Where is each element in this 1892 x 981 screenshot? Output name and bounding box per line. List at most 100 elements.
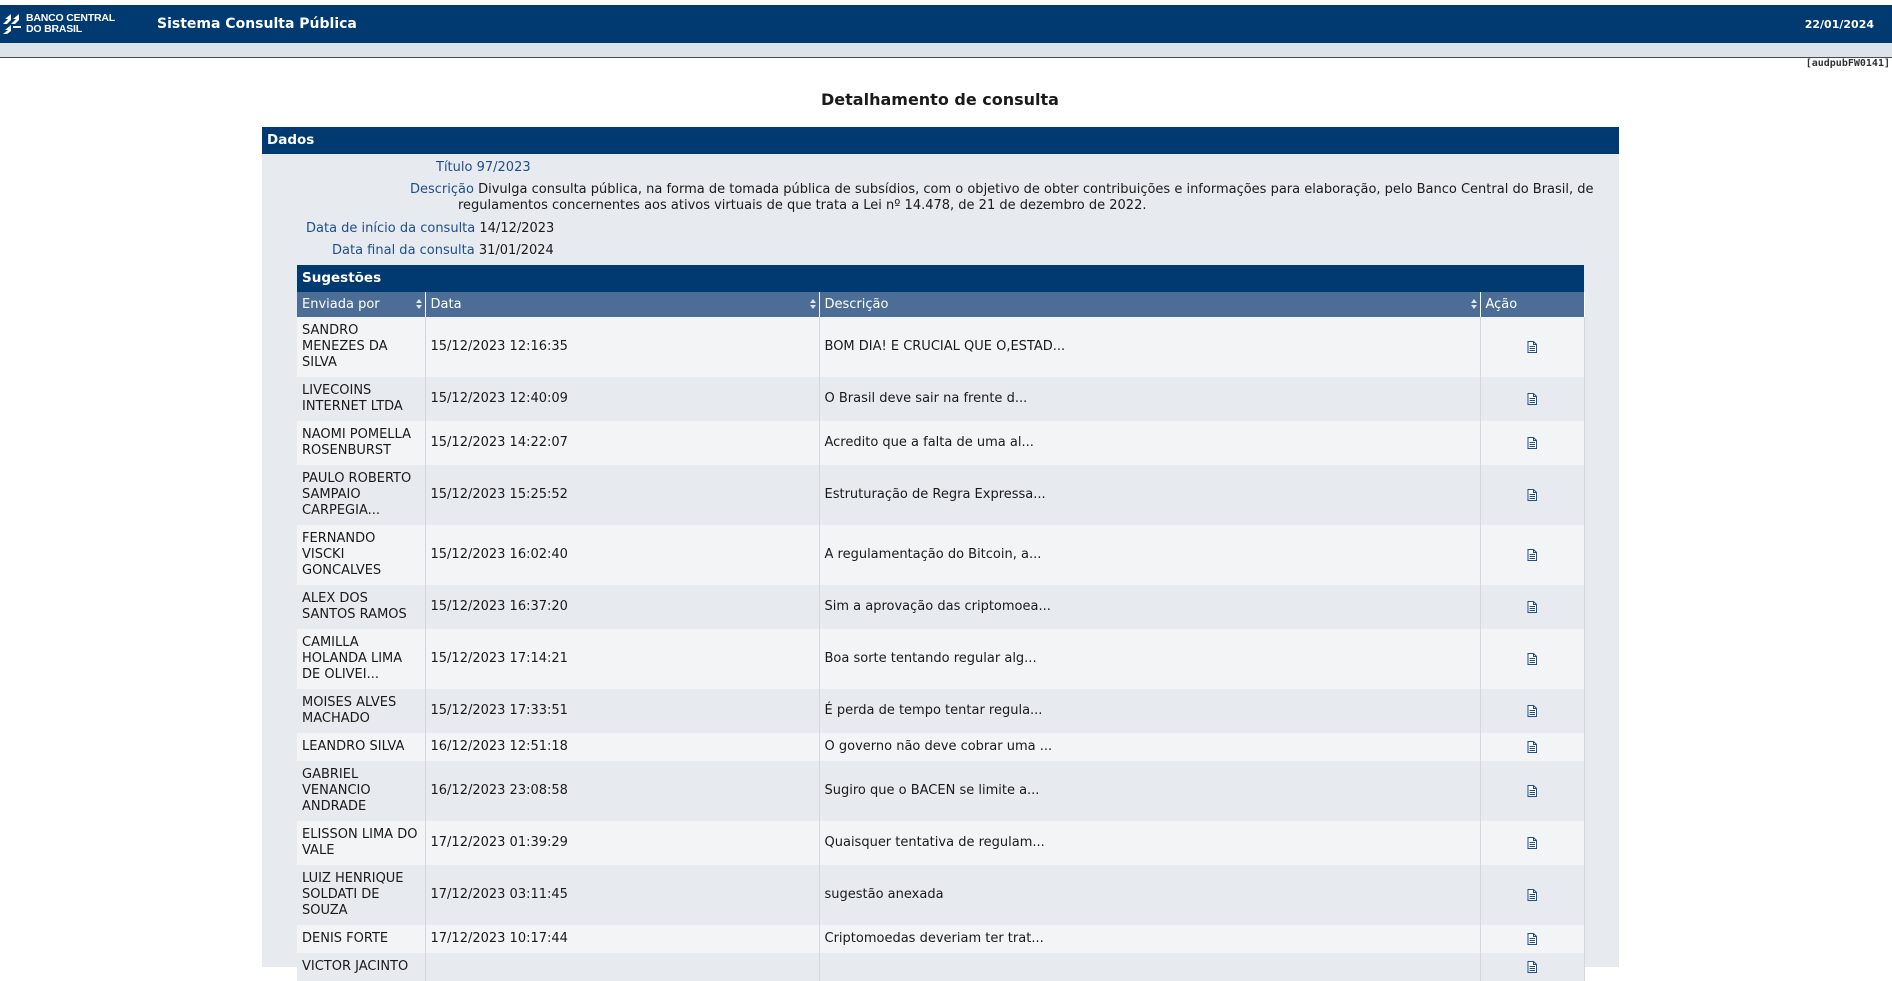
- cell-enviada-por: ELISSON LIMA DO VALE: [297, 821, 426, 865]
- sugestoes-table-body: SANDRO MENEZES DA SILVA 15/12/2023 12:16…: [297, 317, 1585, 981]
- page-code: [audpubFW0141]: [1805, 58, 1890, 69]
- document-icon[interactable]: [1527, 836, 1537, 849]
- cell-descricao: O governo não deve cobrar uma ...: [819, 733, 1481, 761]
- titulo-value: 97/2023: [476, 160, 531, 175]
- sort-icon[interactable]: [1470, 299, 1477, 310]
- cell-data: 15/12/2023 17:14:21: [425, 629, 820, 689]
- sugestoes-heading: Sugestões: [297, 265, 1584, 292]
- table-row: ALEX DOS SANTOS RAMOS 15/12/2023 16:37:2…: [297, 585, 1585, 629]
- inicio-label: Data de início da consulta: [306, 221, 476, 236]
- inicio-value: 14/12/2023: [479, 221, 555, 236]
- cell-enviada-por: GABRIEL VENANCIO ANDRADE: [297, 761, 426, 821]
- cell-descricao: BOM DIA! E CRUCIAL QUE O,ESTAD...: [819, 317, 1481, 377]
- bcb-logo-icon: [3, 14, 21, 34]
- cell-descricao: Quaisquer tentativa de regulam...: [819, 821, 1481, 865]
- cell-acao: [1480, 821, 1585, 865]
- cell-data: 17/12/2023 01:39:29: [425, 821, 820, 865]
- document-icon[interactable]: [1527, 960, 1537, 973]
- cell-enviada-por: LEANDRO SILVA: [297, 733, 426, 761]
- cell-data: 15/12/2023 15:25:52: [425, 465, 820, 525]
- system-title: Sistema Consulta Pública: [157, 16, 357, 32]
- document-icon[interactable]: [1527, 784, 1537, 797]
- cell-acao: [1480, 421, 1585, 465]
- cell-enviada-por: DENIS FORTE: [297, 925, 426, 953]
- cell-acao: [1480, 761, 1585, 821]
- document-icon[interactable]: [1527, 740, 1537, 753]
- column-header-data[interactable]: Data: [425, 292, 820, 317]
- column-label: Descrição: [824, 297, 889, 312]
- cell-data: 15/12/2023 16:02:40: [425, 525, 820, 585]
- table-row: DENIS FORTE 17/12/2023 10:17:44 Criptomo…: [297, 925, 1585, 953]
- cell-descricao: Sugiro que o BACEN se limite a...: [819, 761, 1481, 821]
- document-icon[interactable]: [1527, 436, 1537, 449]
- cell-descricao: A regulamentação do Bitcoin, a...: [819, 525, 1481, 585]
- document-icon[interactable]: [1527, 548, 1537, 561]
- document-icon[interactable]: [1527, 392, 1537, 405]
- cell-data: 16/12/2023 12:51:18: [425, 733, 820, 761]
- sugestoes-table: Enviada por Data Descrição Ação SANDRO M…: [297, 292, 1585, 981]
- cell-enviada-por: NAOMI POMELLA ROSENBURST: [297, 421, 426, 465]
- cell-data: 16/12/2023 23:08:58: [425, 761, 820, 821]
- cell-descricao: sugestão anexada: [819, 865, 1481, 925]
- cell-data: 17/12/2023 10:17:44: [425, 925, 820, 953]
- document-icon[interactable]: [1527, 340, 1537, 353]
- cell-descricao: Criptomoedas deveriam ter trat...: [819, 925, 1481, 953]
- cell-data: 15/12/2023 14:22:07: [425, 421, 820, 465]
- table-header-row: Enviada por Data Descrição Ação: [297, 292, 1585, 317]
- cell-descricao: [819, 953, 1481, 981]
- cell-acao: [1480, 377, 1585, 421]
- table-row: SANDRO MENEZES DA SILVA 15/12/2023 12:16…: [297, 317, 1585, 377]
- cell-acao: [1480, 953, 1585, 981]
- descricao-label: Descrição: [410, 182, 474, 197]
- document-icon[interactable]: [1527, 704, 1537, 717]
- document-icon[interactable]: [1527, 652, 1537, 665]
- document-icon[interactable]: [1527, 932, 1537, 945]
- cell-enviada-por: FERNANDO VISCKI GONCALVES: [297, 525, 426, 585]
- cell-data: [425, 953, 820, 981]
- logo-text-line2: DO BRASIL: [26, 23, 82, 35]
- table-row: FERNANDO VISCKI GONCALVES 15/12/2023 16:…: [297, 525, 1585, 585]
- inicio-field: Data de início da consulta 14/12/2023: [306, 221, 554, 236]
- table-row: LIVECOINS INTERNET LTDA 15/12/2023 12:40…: [297, 377, 1585, 421]
- final-field: Data final da consulta 31/01/2024: [332, 243, 554, 258]
- sort-icon[interactable]: [415, 299, 422, 310]
- dados-heading: Dados: [262, 127, 1619, 154]
- descricao-line1: Divulga consulta pública, na forma de to…: [478, 182, 1594, 197]
- column-header-descricao[interactable]: Descrição: [819, 292, 1481, 317]
- cell-descricao: É perda de tempo tentar regula...: [819, 689, 1481, 733]
- table-row: LEANDRO SILVA 16/12/2023 12:51:18 O gove…: [297, 733, 1585, 761]
- cell-acao: [1480, 465, 1585, 525]
- document-icon[interactable]: [1527, 600, 1537, 613]
- table-row: PAULO ROBERTO SAMPAIO CARPEGIA... 15/12/…: [297, 465, 1585, 525]
- cell-enviada-por: ALEX DOS SANTOS RAMOS: [297, 585, 426, 629]
- cell-data: 15/12/2023 16:37:20: [425, 585, 820, 629]
- cell-acao: [1480, 865, 1585, 925]
- top-header-bar: BANCO CENTRAL DO BRASIL Sistema Consulta…: [0, 5, 1892, 43]
- cell-enviada-por: LIVECOINS INTERNET LTDA: [297, 377, 426, 421]
- column-header-enviada-por[interactable]: Enviada por: [297, 292, 426, 317]
- cell-descricao: Estruturação de Regra Expressa...: [819, 465, 1481, 525]
- final-label: Data final da consulta: [332, 243, 475, 258]
- cell-acao: [1480, 629, 1585, 689]
- cell-acao: [1480, 525, 1585, 585]
- cell-descricao: Boa sorte tentando regular alg...: [819, 629, 1481, 689]
- table-row: LUIZ HENRIQUE SOLDATI DE SOUZA 17/12/202…: [297, 865, 1585, 925]
- cell-descricao: Sim a aprovação das criptomoea...: [819, 585, 1481, 629]
- table-row: NAOMI POMELLA ROSENBURST 15/12/2023 14:2…: [297, 421, 1585, 465]
- descricao-field: Descrição Divulga consulta pública, na f…: [410, 182, 1610, 214]
- sort-icon[interactable]: [809, 299, 816, 310]
- cell-descricao: O Brasil deve sair na frente d...: [819, 377, 1481, 421]
- table-row: GABRIEL VENANCIO ANDRADE 16/12/2023 23:0…: [297, 761, 1585, 821]
- cell-enviada-por: LUIZ HENRIQUE SOLDATI DE SOUZA: [297, 865, 426, 925]
- page-title: Detalhamento de consulta: [821, 90, 1059, 109]
- column-label: Ação: [1485, 297, 1518, 312]
- document-icon[interactable]: [1527, 488, 1537, 501]
- titulo-field: Título 97/2023: [436, 160, 531, 175]
- column-header-acao: Ação: [1480, 292, 1585, 317]
- table-row: VICTOR JACINTO: [297, 953, 1585, 981]
- cell-acao: [1480, 689, 1585, 733]
- cell-data: 15/12/2023 17:33:51: [425, 689, 820, 733]
- header-date: 22/01/2024: [1804, 18, 1874, 31]
- document-icon[interactable]: [1527, 888, 1537, 901]
- column-label: Enviada por: [302, 297, 380, 312]
